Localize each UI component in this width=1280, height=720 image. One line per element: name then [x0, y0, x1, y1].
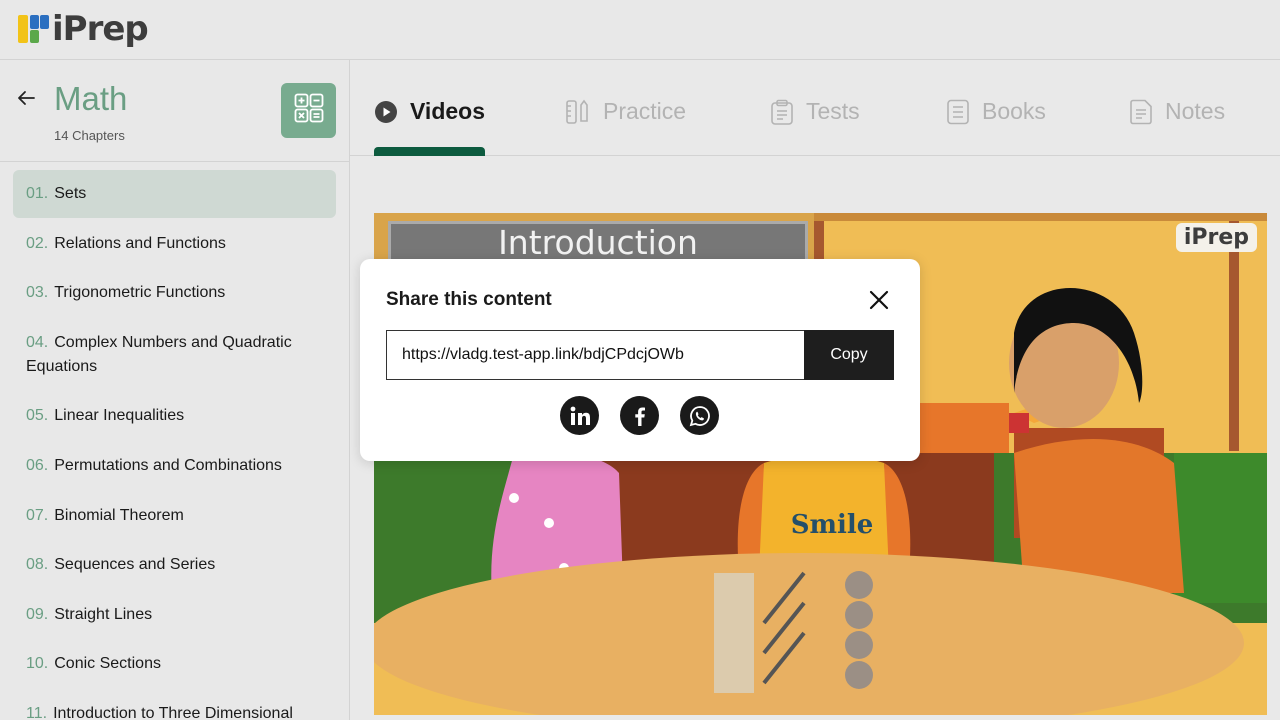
chapter-number: 01. [26, 185, 49, 202]
share-modal: Share this content Copy [360, 259, 920, 461]
chapter-number: 10. [26, 655, 49, 673]
iprep-logo[interactable]: iPrep [18, 9, 149, 49]
share-link-field[interactable] [386, 330, 804, 380]
tab-label: Videos [410, 98, 485, 124]
chapter-number: 11. [26, 704, 48, 720]
chapter-sidebar: Math 14 Chapters 01. Sets 02. Relations and… [0, 60, 350, 720]
chapter-number: 02. [26, 234, 49, 252]
share-networks [560, 396, 740, 435]
chapter-number: 08. [26, 556, 49, 574]
notes-icon [1129, 99, 1153, 125]
chapter-title: Complex Numbers and Quadratic Equations [26, 333, 292, 375]
chapter-item[interactable]: 10. Conic Sections [13, 640, 336, 688]
chapter-number: 05. [26, 407, 49, 425]
tab-label: Books [982, 98, 1046, 124]
tab-practice[interactable]: Practice [565, 98, 686, 125]
chapter-item[interactable]: 03. Trigonometric Functions [13, 269, 336, 317]
chapter-number: 07. [26, 506, 49, 524]
back-arrow-icon[interactable] [14, 86, 38, 110]
chapter-item[interactable]: 02. Relations and Functions [13, 220, 336, 268]
logo-text: iPrep [52, 9, 149, 49]
ruler-pencil-icon [565, 99, 591, 125]
chapter-title: Conic Sections [54, 655, 161, 673]
chapter-title: Sequences and Series [54, 556, 216, 574]
play-circle-icon [374, 100, 398, 124]
tab-label: Tests [806, 98, 860, 124]
content-tabs: Videos Practice Tests Books Notes [350, 60, 1280, 156]
tab-notes[interactable]: Notes [1129, 98, 1225, 125]
chapter-title: Binomial Theorem [54, 506, 184, 524]
active-tab-indicator [374, 147, 485, 156]
chapter-item[interactable]: 09. Straight Lines [13, 591, 336, 639]
clipboard-icon [770, 99, 794, 125]
close-icon[interactable] [866, 287, 892, 313]
chapter-item[interactable]: 04. Complex Numbers and Quadratic Equatio… [13, 319, 336, 391]
chapter-count: 14 Chapters [54, 128, 125, 143]
tab-books[interactable]: Books [946, 98, 1046, 125]
chapter-number: 09. [26, 605, 49, 623]
copy-button[interactable]: Copy [804, 330, 894, 380]
chapter-title: Linear Inequalities [54, 407, 185, 425]
chapter-item[interactable]: 05. Linear Inequalities [13, 392, 336, 440]
tab-label: Notes [1165, 98, 1226, 124]
subject-header: Math 14 Chapters [0, 60, 349, 162]
logo-mark-icon [18, 13, 50, 45]
tab-videos[interactable]: Videos [374, 98, 485, 125]
chapter-title: Relations and Functions [54, 234, 226, 252]
chapter-item[interactable]: 11. Introduction to Three Dimensional [13, 690, 336, 720]
chapter-title: Permutations and Combinations [54, 456, 282, 474]
facebook-icon[interactable] [620, 396, 659, 435]
chapter-number: 04. [26, 333, 49, 351]
chapter-title: Sets [54, 185, 87, 202]
chapter-item[interactable]: 08. Sequences and Series [13, 541, 336, 589]
chapter-list: 01. Sets 02. Relations and Functions 03. Trig… [0, 162, 349, 720]
chapter-item[interactable]: 01. Sets [13, 170, 336, 218]
chapter-title: Trigonometric Functions [54, 284, 226, 302]
tab-label: Practice [603, 98, 687, 124]
calculator-icon [294, 93, 324, 128]
linkedin-icon[interactable] [560, 396, 599, 435]
chapter-item[interactable]: 07. Binomial Theorem [13, 492, 336, 540]
chapter-item[interactable]: 06. Permutations and Combinations [13, 442, 336, 490]
chapter-number: 06. [26, 456, 49, 474]
video-watermark: iPrep [1175, 223, 1257, 252]
share-modal-title: Share this content [386, 289, 552, 310]
video-board-title: Introduction [498, 223, 698, 262]
shirt-text: Smile [791, 510, 874, 540]
subject-title: Math [54, 80, 128, 117]
top-bar: iPrep [0, 0, 1280, 60]
tab-tests[interactable]: Tests [770, 98, 860, 125]
chapter-number: 03. [26, 284, 49, 302]
chapter-title: Straight Lines [54, 605, 153, 623]
calculator-button[interactable] [281, 83, 336, 138]
whatsapp-icon[interactable] [680, 396, 719, 435]
book-icon [946, 99, 970, 125]
chapter-title: Introduction to Three Dimensional [53, 704, 293, 720]
